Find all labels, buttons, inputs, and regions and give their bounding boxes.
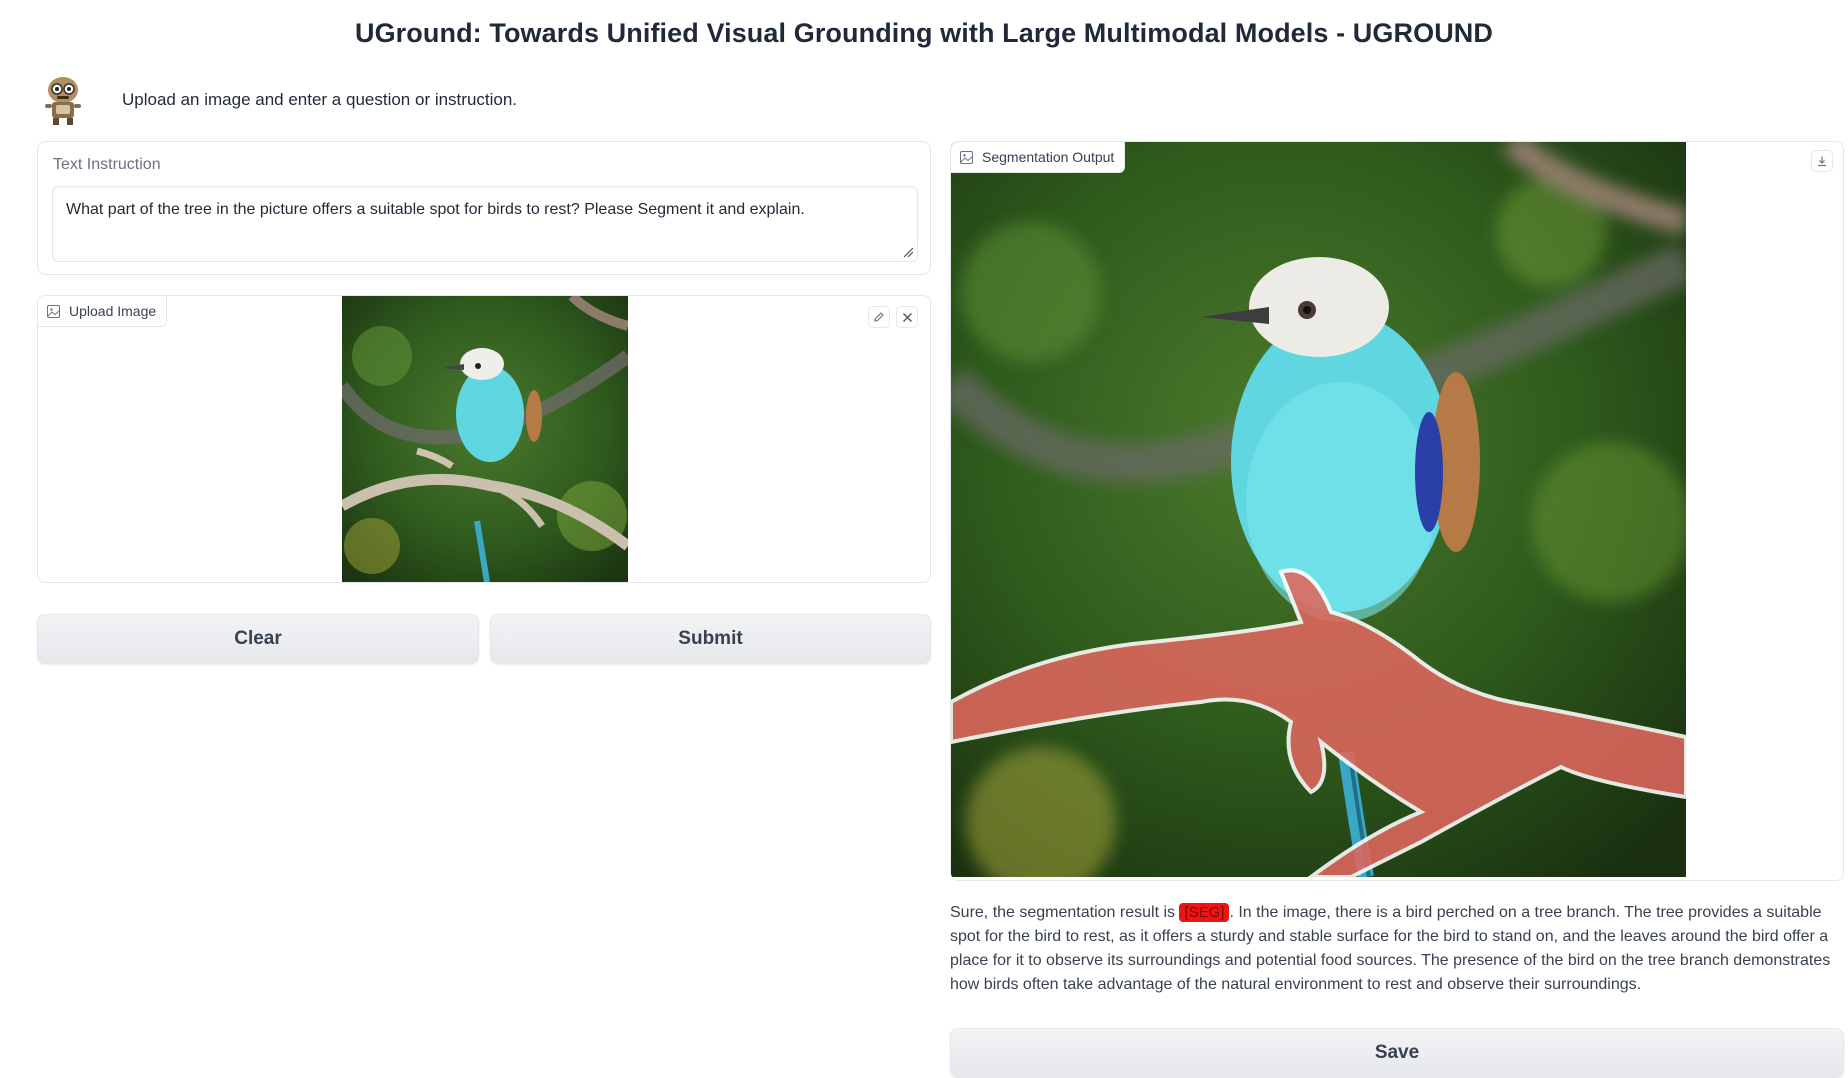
download-button[interactable] xyxy=(1811,150,1833,172)
text-instruction-input[interactable]: What part of the tree in the picture off… xyxy=(52,186,918,262)
image-icon xyxy=(960,150,973,164)
upload-image-panel[interactable]: Upload Image xyxy=(37,295,931,583)
clear-button[interactable]: Clear xyxy=(37,614,479,664)
pencil-icon xyxy=(874,312,884,322)
resize-handle-icon[interactable] xyxy=(902,246,914,258)
seg-token: [SEG] xyxy=(1179,903,1230,922)
segmentation-output-label: Segmentation Output xyxy=(982,149,1115,165)
header: Upload an image and enter a question or … xyxy=(40,72,517,128)
answer-prefix: Sure, the segmentation result is xyxy=(950,904,1180,921)
clear-image-button[interactable] xyxy=(896,306,918,328)
text-instruction-label: Text Instruction xyxy=(53,156,161,173)
download-icon xyxy=(1818,156,1826,167)
uploaded-bird-image xyxy=(342,296,628,582)
page-title: UGround: Towards Unified Visual Groundin… xyxy=(354,18,1493,48)
segmentation-output-tag: Segmentation Output xyxy=(951,142,1126,173)
submit-button[interactable]: Submit xyxy=(490,614,931,664)
close-icon xyxy=(902,312,912,322)
upload-image-label: Upload Image xyxy=(69,303,157,319)
image-icon xyxy=(47,304,60,318)
robot-logo-icon xyxy=(45,77,81,125)
edit-image-button[interactable] xyxy=(868,306,890,328)
text-instruction-value: What part of the tree in the picture off… xyxy=(66,201,805,218)
save-button[interactable]: Save xyxy=(950,1028,1844,1078)
upload-image-tag: Upload Image xyxy=(38,296,168,327)
answer-text: Sure, the segmentation result is [SEG]. … xyxy=(950,901,1844,997)
segmentation-output-image xyxy=(951,142,1686,877)
page-description: Upload an image and enter a question or … xyxy=(122,90,518,109)
text-instruction-panel: Text Instruction What part of the tree i… xyxy=(37,141,931,275)
segmentation-output-panel: Segmentation Output xyxy=(950,141,1844,881)
